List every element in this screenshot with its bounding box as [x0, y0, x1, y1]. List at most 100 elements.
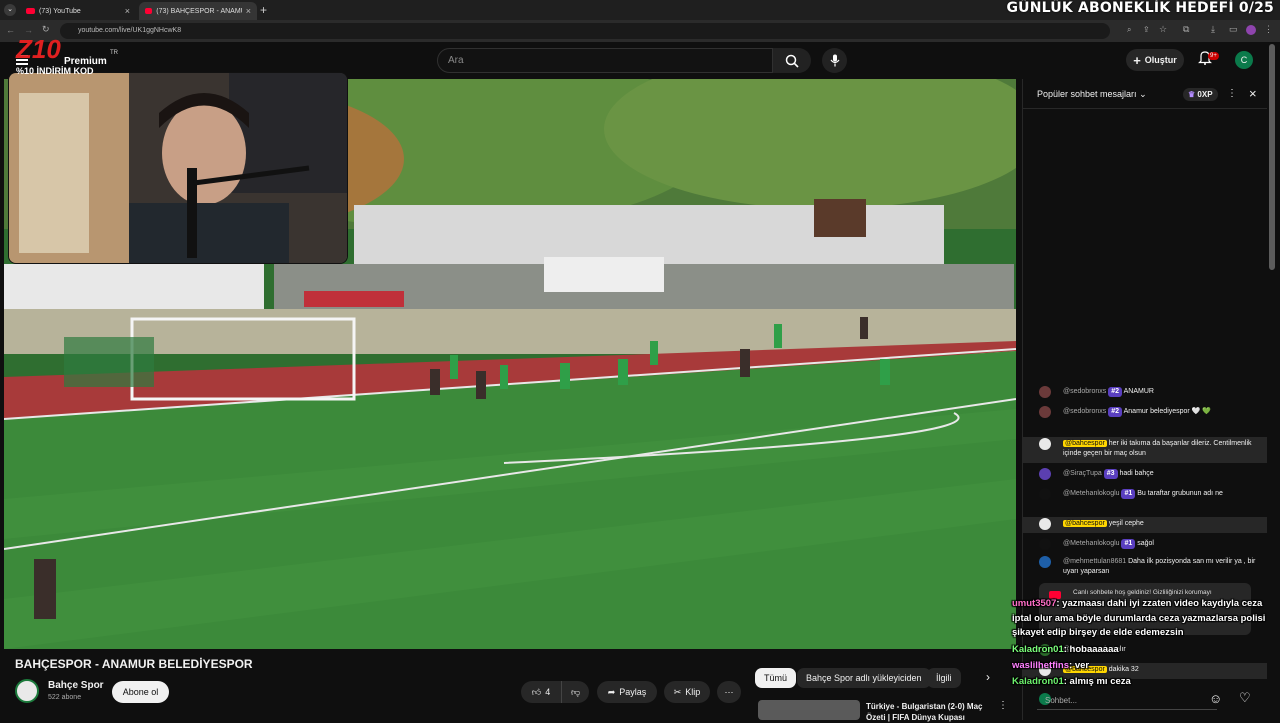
- chat-author-name[interactable]: @bahcespor: [1063, 440, 1107, 447]
- share-button[interactable]: ➦ Paylaş: [597, 681, 657, 703]
- chat-author-name[interactable]: @bahcespor: [1063, 520, 1107, 527]
- create-button[interactable]: + Oluştur: [1126, 49, 1184, 71]
- chat-author-name[interactable]: @sedobronxs: [1063, 388, 1106, 395]
- chat-mode-dropdown[interactable]: Popüler sohbet mesajları ⌄: [1037, 89, 1147, 100]
- tab-youtube[interactable]: (73) YouTube ×: [20, 2, 136, 20]
- recommendation-menu-icon[interactable]: ⋮: [998, 700, 1008, 711]
- member-rank-badge: #2: [1108, 387, 1123, 397]
- download-icon[interactable]: ⤓: [1211, 24, 1215, 35]
- member-rank-badge: #1: [1121, 539, 1136, 549]
- clip-label: Klip: [685, 687, 701, 697]
- member-rank-badge: #3: [1103, 469, 1118, 479]
- chat-message-text: sağol: [1137, 540, 1154, 547]
- chat-menu-icon[interactable]: ⋮: [1227, 88, 1237, 99]
- account-avatar[interactable]: C: [1235, 51, 1253, 69]
- bookmark-star-icon[interactable]: ☆: [1159, 24, 1167, 35]
- subscribe-button[interactable]: Abone ol: [112, 681, 169, 703]
- sidebar-icon[interactable]: ▭: [1229, 24, 1238, 35]
- overlay-chat-text: şikayet edip birşey de elde edemezsin: [1012, 627, 1184, 638]
- heart-icon[interactable]: ♡: [1239, 690, 1251, 706]
- browser-menu-icon[interactable]: ⋮: [1264, 24, 1273, 35]
- chat-message[interactable]: @bahcespor her iki takıma da başarılar d…: [1023, 437, 1267, 463]
- url-field[interactable]: youtube.com/live/UK1ggNHcwK8: [60, 23, 1110, 39]
- tab-menu-icon[interactable]: ⌄: [4, 4, 16, 16]
- overlay-chat-line: iptal olur ama böyle durumlarda ceza yaz…: [1012, 613, 1265, 624]
- emoji-icon[interactable]: ☺: [1209, 691, 1222, 706]
- chat-author-avatar[interactable]: [1039, 518, 1051, 530]
- extensions-icon[interactable]: ⧉: [1183, 24, 1189, 35]
- thumbs-up-icon: 👍︎: [531, 686, 542, 697]
- plus-icon: +: [1133, 52, 1141, 68]
- chip-related[interactable]: İlgili: [927, 668, 961, 688]
- back-icon[interactable]: ←: [6, 25, 15, 35]
- close-tab-icon[interactable]: ×: [125, 6, 130, 16]
- xp-badge[interactable]: ♛ 0XP: [1183, 88, 1218, 101]
- welcome-text: Canlı sohbete hoş geldiniz! Gizliliğiniz…: [1073, 589, 1212, 596]
- sponsor-logo-overlay: Z10 Premium TR %10 İNDİRİM KOD: [16, 36, 118, 76]
- chat-message[interactable]: @mehmettulan8681 Daha ilk pozisyonda san…: [1023, 555, 1267, 577]
- clip-button[interactable]: ✂ Klip: [664, 681, 710, 703]
- create-label: Oluştur: [1144, 55, 1177, 65]
- overlay-chat-user: Kaladron01: [1012, 644, 1064, 655]
- chat-author-avatar[interactable]: [1039, 488, 1051, 500]
- close-chat-icon[interactable]: ×: [1249, 86, 1257, 101]
- chip-from-uploader[interactable]: Bahçe Spor adlı yükleyiciden: [797, 668, 931, 688]
- chat-message[interactable]: @bahcespor yeşil cephe: [1023, 517, 1267, 533]
- chat-message[interactable]: @sedobronxs #2 ANAMUR: [1023, 385, 1267, 399]
- overlay-chat-text: : hobaaaaaa: [1063, 644, 1119, 655]
- chat-author-name[interactable]: @Metehanlokoglu: [1063, 540, 1120, 547]
- chat-message[interactable]: @SiraçTupa #3 hadi bahçe: [1023, 467, 1267, 481]
- chat-message[interactable]: @Metehanlokoglu #1 sağol: [1023, 537, 1267, 551]
- tab-live-stream[interactable]: (73) BAHÇESPOR - ANAMUR BE ×: [139, 2, 257, 20]
- dislike-button[interactable]: 👎︎: [561, 681, 589, 703]
- chat-author-name[interactable]: @mehmettulan8681: [1063, 558, 1126, 565]
- chat-message[interactable]: @Metehanlokoglu #1 Bu taraftar grubunun …: [1023, 487, 1267, 513]
- recommendation-thumbnail[interactable]: [758, 700, 860, 720]
- browser-address-bar: ← → ↻ youtube.com/live/UK1ggNHcwK8 ⌕ ⇪ ☆…: [0, 20, 1280, 42]
- chat-author-avatar[interactable]: [1039, 438, 1051, 450]
- share-page-icon[interactable]: ⇪: [1143, 25, 1150, 34]
- chat-author-name[interactable]: @Metehanlokoglu: [1063, 490, 1120, 497]
- like-button[interactable]: 👍︎ 4: [521, 681, 561, 703]
- chat-message-text: hadi bahçe: [1119, 470, 1154, 477]
- thumbs-down-icon: 👎︎: [570, 686, 581, 697]
- overlay-chat-user: waslilhetfins: [1012, 660, 1070, 671]
- tab-label: (73) BAHÇESPOR - ANAMUR BE: [156, 7, 241, 15]
- overlay-chat-line: Kaladron01: hobaaaaaa: [1012, 644, 1119, 655]
- youtube-favicon-icon: [26, 8, 35, 14]
- channel-name[interactable]: Bahçe Spor: [48, 680, 104, 691]
- chat-message-text: dakika 32: [1108, 666, 1139, 673]
- close-tab-icon[interactable]: ×: [246, 6, 251, 16]
- new-tab-icon[interactable]: +: [260, 3, 267, 17]
- chat-author-avatar[interactable]: [1039, 406, 1051, 418]
- video-title: BAHÇESPOR - ANAMUR BELEDİYESPOR: [15, 657, 253, 671]
- search-icon: [785, 54, 799, 68]
- scissors-icon: ✂: [673, 686, 682, 697]
- chat-message-text: ANAMUR: [1123, 388, 1154, 395]
- chip-all[interactable]: Tümü: [755, 668, 797, 688]
- search-placeholder: Ara: [448, 55, 464, 66]
- zoom-icon[interactable]: ⌕: [1127, 25, 1131, 35]
- page-scrollbar[interactable]: [1269, 44, 1275, 270]
- chat-author-name[interactable]: @sedobronxs: [1063, 408, 1106, 415]
- chat-mode-label: Popüler sohbet mesajları: [1037, 89, 1137, 99]
- chat-author-avatar[interactable]: [1039, 468, 1051, 480]
- chat-author-avatar[interactable]: [1039, 386, 1051, 398]
- chat-input[interactable]: Sohbet...: [1037, 692, 1217, 710]
- chat-author-avatar[interactable]: [1039, 556, 1051, 568]
- chips-next-icon[interactable]: ›: [986, 670, 990, 684]
- overlay-chat-text: : almış mı ceza: [1063, 676, 1131, 687]
- chat-message-text: yeşil cephe: [1108, 520, 1144, 527]
- profile-icon[interactable]: [1246, 25, 1256, 35]
- youtube-favicon-icon: [145, 8, 153, 14]
- chat-message[interactable]: @sedobronxs #2 Anamur belediyespor 🤍 💚: [1023, 405, 1267, 433]
- chat-header: Popüler sohbet mesajları ⌄ ♛ 0XP ⋮ ×: [1023, 79, 1267, 109]
- voice-search-button[interactable]: [822, 48, 847, 73]
- channel-avatar[interactable]: [15, 679, 39, 703]
- search-input[interactable]: Ara: [437, 48, 773, 73]
- url-text: youtube.com/live/UK1ggNHcwK8: [78, 27, 182, 34]
- search-button[interactable]: [773, 48, 811, 73]
- chat-author-avatar[interactable]: [1039, 538, 1051, 550]
- more-actions-button[interactable]: ⋯: [717, 681, 741, 703]
- chat-author-name[interactable]: @SiraçTupa: [1063, 470, 1102, 477]
